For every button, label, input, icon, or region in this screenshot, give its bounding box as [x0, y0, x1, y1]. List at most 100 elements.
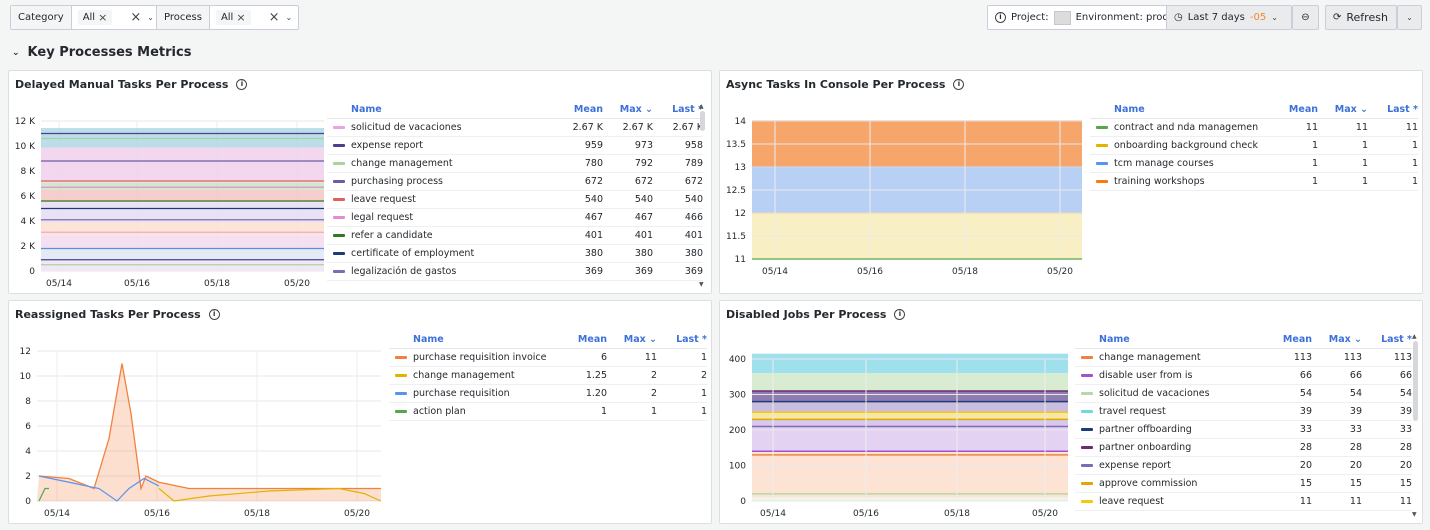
legend-last-value: 15 — [1399, 478, 1412, 489]
category-chip[interactable]: All × — [77, 10, 113, 25]
x-tick-label: 05/16 — [857, 267, 883, 277]
legend-row[interactable]: certificate of employment 380 380 380 — [327, 245, 703, 263]
disabled-chart[interactable]: 400 300 200 100 0 05/14 05/16 05/18 05/20 — [720, 331, 1075, 525]
legend-row[interactable]: expense report 959 973 958 — [327, 137, 703, 155]
scrollbar[interactable] — [700, 111, 705, 131]
refresh-button[interactable]: ⟳ Refresh — [1325, 5, 1397, 30]
scroll-down-icon[interactable]: ▼ — [699, 281, 704, 288]
legend-series-name: purchase requisition — [413, 388, 510, 399]
chevron-down-icon[interactable]: ⌄ — [12, 48, 20, 58]
series-color-swatch — [333, 234, 345, 237]
legend-mean-value: 540 — [584, 194, 603, 205]
process-variable[interactable]: Process All × × ⌄ — [156, 5, 300, 30]
legend-series-name: partner offboarding — [1099, 424, 1192, 435]
legend-row[interactable]: refer a candidate 401 401 401 — [327, 227, 703, 245]
project-environment-button[interactable]: i Project: Environment: prod — [987, 5, 1177, 30]
legend-row[interactable]: solicitud de vacaciones 54 54 54 — [1075, 385, 1412, 403]
legend-max-header[interactable]: Max ⌄ — [1312, 334, 1362, 345]
reassigned-chart[interactable]: 12 10 8 6 4 2 0 05/14 05/16 05/18 05/20 — [9, 331, 389, 525]
row-header[interactable]: ⌄ Key Processes Metrics — [12, 45, 191, 60]
legend-name-header[interactable]: Name — [327, 104, 543, 115]
legend-mean-header[interactable]: Mean — [1258, 104, 1318, 115]
legend-row[interactable]: expense report 20 20 20 — [1075, 457, 1412, 475]
legend-row[interactable]: tcm manage courses 1 1 1 — [1090, 155, 1418, 173]
category-variable[interactable]: Category All × × ⌄ — [10, 5, 161, 30]
remove-chip-icon[interactable]: × — [236, 11, 245, 24]
info-icon[interactable]: i — [236, 79, 248, 90]
legend-max-header[interactable]: Max ⌄ — [603, 104, 653, 115]
refresh-interval-dropdown[interactable]: ⌄ — [1397, 5, 1422, 30]
legend-row[interactable]: training workshops 1 1 1 — [1090, 173, 1418, 191]
chevron-down-icon: ⌄ — [1406, 13, 1413, 22]
legend-last-header[interactable]: Last * — [1368, 104, 1418, 115]
scroll-up-icon[interactable]: ▲ — [699, 103, 704, 110]
scroll-up-icon[interactable]: ▲ — [1412, 333, 1417, 340]
legend-series-name: change management — [413, 370, 515, 381]
reassigned-legend: Name Mean Max ⌄ Last * purchase requisition … — [389, 331, 707, 421]
legend-row[interactable]: partner offboarding 33 33 33 — [1075, 421, 1412, 439]
legend-row[interactable]: purchase requisition invoices 6 11 1 — [389, 349, 707, 367]
legend-row[interactable]: action plan 1 1 1 — [389, 403, 707, 421]
scrollbar[interactable] — [1413, 341, 1418, 421]
y-tick-label: 8 K — [21, 167, 37, 177]
legend-max-value: 672 — [634, 176, 653, 187]
y-tick-label: 13 — [735, 163, 746, 173]
legend-row[interactable]: legalización de gastos 369 369 369 — [327, 263, 703, 281]
legend-last-value: 11 — [1399, 496, 1412, 507]
series-color-swatch — [1081, 374, 1093, 377]
legend-row[interactable]: disable user from is 66 66 66 — [1075, 367, 1412, 385]
legend-max-value: 2 — [650, 370, 657, 381]
legend-row[interactable]: change management 113 113 113 — [1075, 349, 1412, 367]
y-tick-label: 13.5 — [726, 140, 746, 150]
legend-max-header[interactable]: Max ⌄ — [607, 334, 657, 345]
info-icon[interactable]: i — [894, 309, 906, 320]
panel-reassigned-tasks: Reassigned Tasks Per Process i 12 10 8 6 4 2 0 0… — [8, 300, 712, 524]
info-icon[interactable]: i — [208, 309, 220, 320]
time-range-picker[interactable]: ◷ Last 7 days -05 ⌄ — [1166, 5, 1292, 30]
clear-icon[interactable]: × — [130, 10, 141, 25]
legend-last-header[interactable]: Last * — [1362, 334, 1412, 345]
panel-title: Delayed Manual Tasks Per Process — [15, 78, 229, 91]
series-area — [752, 497, 1068, 501]
legend-row[interactable]: onboarding background checks 1 1 1 — [1090, 137, 1418, 155]
legend-name-header[interactable]: Name — [1090, 104, 1258, 115]
x-tick-label: 05/16 — [144, 509, 170, 519]
zoom-out-button[interactable]: ⊖ — [1292, 5, 1319, 30]
info-icon[interactable]: i — [953, 79, 965, 90]
series-color-swatch — [395, 356, 407, 359]
legend-row[interactable]: partner onboarding 28 28 28 — [1075, 439, 1412, 457]
legend-name-header[interactable]: Name — [389, 334, 547, 345]
process-chip[interactable]: All × — [215, 10, 251, 25]
legend-last-header[interactable]: Last * — [657, 334, 707, 345]
series-color-swatch — [395, 392, 407, 395]
legend-mean-header[interactable]: Mean — [1252, 334, 1312, 345]
legend-row[interactable]: leave request 11 11 11 — [1075, 493, 1412, 511]
legend-row[interactable]: leave request 540 540 540 — [327, 191, 703, 209]
legend-row[interactable]: approve commission 15 15 15 — [1075, 475, 1412, 493]
legend-max-header[interactable]: Max ⌄ — [1318, 104, 1368, 115]
delayed-chart[interactable]: 12 K 10 K 8 K 6 K 4 K 2 K 0 05/14 05/16 05/18 05/2… — [9, 101, 324, 295]
y-tick-label: 10 — [20, 372, 32, 382]
legend-last-header[interactable]: Last * — [653, 104, 703, 115]
chevron-down-icon[interactable]: ⌄ — [285, 13, 292, 22]
scroll-down-icon[interactable]: ▼ — [1412, 511, 1417, 518]
legend-row[interactable]: travel request 39 39 39 — [1075, 403, 1412, 421]
legend-row[interactable]: legal request 467 467 466 — [327, 209, 703, 227]
legend-row[interactable]: purchase requisition 1.20 2 1 — [389, 385, 707, 403]
legend-row[interactable]: change management 1.25 2 2 — [389, 367, 707, 385]
legend-mean-value: 1.25 — [585, 370, 607, 381]
legend-row[interactable]: purchasing process 672 672 672 — [327, 173, 703, 191]
legend-row[interactable]: solicitud de vacaciones 2.67 K 2.67 K 2.67 … — [327, 119, 703, 137]
legend-mean-header[interactable]: Mean — [547, 334, 607, 345]
legend-row[interactable]: contract and nda management 11 11 11 — [1090, 119, 1418, 137]
series-area — [41, 147, 324, 183]
chevron-down-icon[interactable]: ⌄ — [147, 13, 154, 22]
remove-chip-icon[interactable]: × — [98, 11, 107, 24]
legend-mean-header[interactable]: Mean — [543, 104, 603, 115]
legend-name-header[interactable]: Name — [1075, 334, 1252, 345]
async-chart[interactable]: 14 13.5 13 12.5 12 11.5 11 05/14 05/16 05/18 05/20 — [720, 101, 1090, 295]
legend-mean-value: 380 — [584, 248, 603, 259]
legend-last-value: 466 — [684, 212, 703, 223]
clear-icon[interactable]: × — [269, 10, 280, 25]
legend-row[interactable]: change management 780 792 789 — [327, 155, 703, 173]
